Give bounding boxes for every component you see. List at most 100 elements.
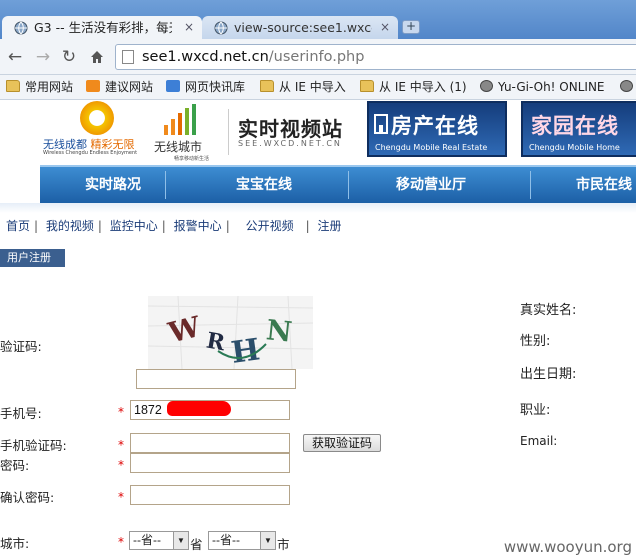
site-banner: 无线成都 精彩无限 Wireless Chengdu Endless Enjoy…: [40, 101, 636, 164]
required-mark: *: [118, 438, 124, 452]
home-icon[interactable]: [86, 46, 108, 68]
watermark: www.wooyun.org: [503, 538, 632, 556]
signal-bars-icon: [164, 104, 196, 135]
get-code-button[interactable]: 获取验证码: [303, 434, 381, 452]
captcha-image[interactable]: W R H N: [148, 296, 313, 369]
password-label: 密码:: [0, 458, 30, 473]
nav-mobile-hall[interactable]: 移动营业厅: [396, 167, 466, 203]
city-suffix: 市: [277, 537, 290, 552]
globe-icon: [620, 80, 633, 92]
browser-toolbar: ← → ↻ see1.wxcd.net.cn/userinfo.php: [0, 39, 636, 75]
required-mark: *: [118, 458, 124, 472]
link-public-videos[interactable]: 公开视频: [246, 219, 294, 233]
link-monitor-center[interactable]: 监控中心: [110, 219, 158, 233]
bookmark-ie-import[interactable]: 从 IE 中导入: [260, 79, 346, 96]
bookmark-frequent[interactable]: 常用网站: [6, 79, 73, 96]
email-label: Email:: [520, 434, 558, 448]
tab-close-icon[interactable]: ×: [184, 16, 194, 39]
back-arrow-icon[interactable]: ←: [4, 46, 26, 68]
link-alarm-center[interactable]: 报警中心: [174, 219, 222, 233]
required-mark: *: [118, 535, 124, 549]
birthday-label: 出生日期:: [520, 367, 577, 382]
sun-ring-icon: [80, 101, 114, 135]
banner-divider: [228, 109, 229, 155]
nav-divider: [165, 171, 166, 199]
building-icon: [374, 114, 388, 134]
confirm-password-input[interactable]: [130, 485, 290, 505]
tab-strip: G3 -- 生活没有彩排，每天都 × view-source:see1.wxcd…: [0, 0, 636, 39]
bookmarks-bar: 常用网站 建议网站 网页快讯库 从 IE 中导入 从 IE 中导入 (1) Yu…: [0, 75, 636, 100]
site-domain: SEE.WXCD.NET.CN: [238, 139, 342, 148]
tab-title: G3 -- 生活没有彩排，每天都: [34, 20, 172, 35]
link-home[interactable]: 首页: [6, 219, 30, 233]
occupation-label: 职业:: [520, 403, 551, 418]
link-my-videos[interactable]: 我的视频: [46, 219, 94, 233]
phone-code-label: 手机验证码:: [0, 438, 67, 453]
confirm-password-label: 确认密码:: [0, 490, 55, 505]
new-tab-button[interactable]: +: [402, 20, 420, 34]
captcha-label: 验证码:: [0, 339, 42, 354]
nav-divider: [348, 171, 349, 199]
real-name-label: 真实姓名:: [520, 303, 577, 318]
real-estate-title: 房产在线: [391, 114, 479, 138]
bookmark-suggested[interactable]: 建议网站: [86, 79, 153, 96]
city-select[interactable]: --省-- ▼: [208, 531, 276, 550]
link-register[interactable]: 注册: [317, 219, 341, 233]
nav-traffic[interactable]: 实时路况: [85, 167, 141, 203]
tab-close-icon[interactable]: ×: [380, 16, 390, 39]
globe-icon: [214, 21, 228, 35]
city-label: 城市:: [0, 536, 30, 551]
real-estate-subtitle: Chengdu Mobile Real Estate: [375, 143, 488, 152]
folder-icon: [360, 80, 374, 92]
tab-title: view-source:see1.wxcd.ne: [234, 20, 372, 35]
globe-icon: [14, 21, 28, 35]
real-estate-banner[interactable]: 房产在线 Chengdu Mobile Real Estate: [367, 101, 507, 157]
chevron-down-icon: ▼: [173, 532, 188, 549]
page-icon: [122, 50, 134, 64]
logo2-subtitle: 畅享移动新生活: [174, 156, 210, 162]
province-select[interactable]: --省-- ▼: [129, 531, 189, 550]
folder-icon: [6, 80, 20, 92]
nav-baby-online[interactable]: 宝宝在线: [236, 167, 292, 203]
home-online-subtitle: Chengdu Mobile Home: [529, 143, 620, 152]
nav-divider: [530, 171, 531, 199]
reload-icon[interactable]: ↻: [58, 46, 80, 68]
bookmark-yugioh[interactable]: Yu-Gi-Oh! ONLINE: [480, 79, 605, 96]
wireless-chengdu-logo[interactable]: 无线成都 精彩无限 Wireless Chengdu Endless Enjoy…: [40, 101, 150, 161]
captcha-input[interactable]: [136, 369, 296, 389]
section-tab-registration[interactable]: 用户注册: [0, 249, 65, 267]
chevron-down-icon: ▼: [260, 532, 275, 549]
bookmark-ie-import-1[interactable]: 从 IE 中导入 (1): [360, 79, 467, 96]
page-content: 无线成都 精彩无限 Wireless Chengdu Endless Enjoy…: [0, 101, 636, 556]
bookmark-overflow[interactable]: [620, 79, 636, 96]
web-slice-icon: [166, 80, 180, 92]
globe-icon: [480, 80, 493, 92]
top-links: 首页 | 我的视频 | 监控中心 | 报警中心 | 公开视频 | 注册: [6, 219, 342, 233]
bookmark-icon: [86, 80, 100, 92]
bookmark-web-slice[interactable]: 网页快讯库: [166, 79, 245, 96]
required-mark: *: [118, 405, 124, 419]
main-nav: 实时路况 宝宝在线 移动营业厅 市民在线: [40, 165, 636, 203]
forward-arrow-icon[interactable]: →: [32, 46, 54, 68]
nav-citizen-online[interactable]: 市民在线: [576, 167, 632, 203]
site-title: 实时视频站: [238, 117, 343, 141]
province-suffix: 省: [190, 537, 203, 552]
home-online-title: 家园在线: [531, 114, 619, 138]
nav-shadow: [0, 203, 636, 213]
logo2-title: 无线城市: [154, 140, 203, 154]
password-input[interactable]: [130, 453, 290, 473]
redaction-mark: [167, 401, 231, 416]
logo1-subtitle: Wireless Chengdu Endless Enjoyment: [43, 150, 138, 156]
gender-label: 性别:: [520, 334, 551, 349]
required-mark: *: [118, 490, 124, 504]
url-text: see1.wxcd.net.cn/userinfo.php: [142, 49, 365, 65]
phone-label: 手机号:: [0, 406, 42, 421]
folder-icon: [260, 80, 274, 92]
captcha-char-n: N: [265, 313, 294, 348]
address-bar[interactable]: see1.wxcd.net.cn/userinfo.php: [115, 44, 636, 70]
tab-active[interactable]: G3 -- 生活没有彩排，每天都 ×: [2, 16, 202, 39]
home-online-banner[interactable]: 家园在线 Chengdu Mobile Home: [521, 101, 636, 157]
wireless-city-logo[interactable]: 无线城市 畅享移动新生活: [152, 103, 224, 162]
phone-code-input[interactable]: [130, 433, 290, 453]
tab-view-source[interactable]: view-source:see1.wxcd.ne ×: [202, 16, 398, 39]
